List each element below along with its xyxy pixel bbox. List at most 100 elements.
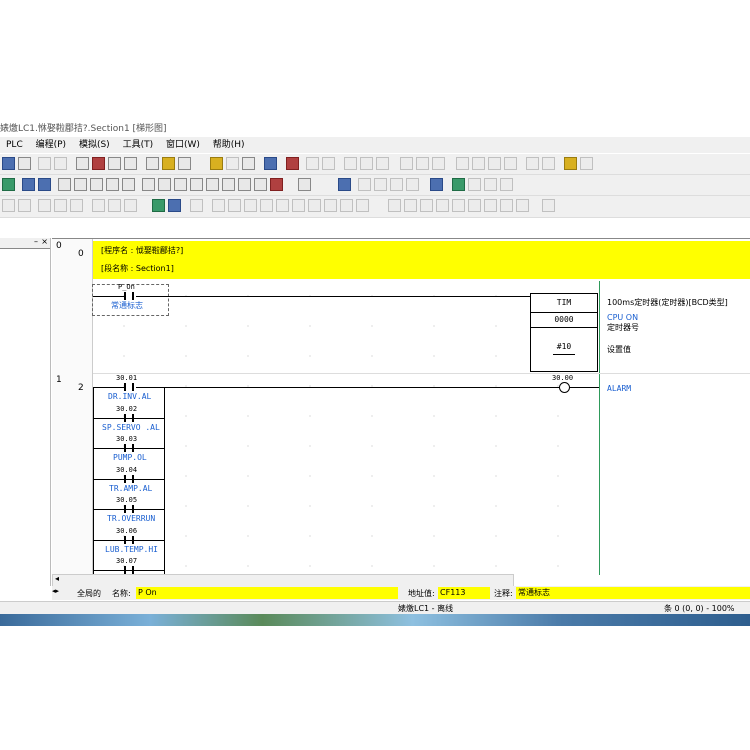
scan-run-icon[interactable] [324,199,337,212]
new-coil-icon[interactable] [174,178,187,191]
line-delete-icon[interactable] [270,178,283,191]
falling-edge-icon[interactable] [238,178,251,191]
save-icon[interactable] [18,157,31,170]
project-view-icon[interactable] [2,178,15,191]
replace-icon[interactable] [92,157,105,170]
grid-icon[interactable] [18,199,31,212]
select-mode-icon[interactable] [58,178,71,191]
continuous-step-icon[interactable] [308,199,321,212]
address-field[interactable]: CF113 [438,587,490,599]
menu-item-program[interactable]: 编程(P) [36,140,66,150]
no-contact-30-04[interactable] [124,475,134,483]
new-contact-no-icon[interactable] [74,178,87,191]
find-icon[interactable] [76,157,89,170]
online-icon[interactable] [226,157,239,170]
no-contact-p-on[interactable] [124,292,134,300]
send-edit-icon[interactable] [432,157,445,170]
sim-start-icon[interactable] [152,199,165,212]
breakpoint-list-icon[interactable] [420,199,433,212]
step-run-icon[interactable] [292,199,305,212]
no-contact-30-06[interactable] [124,536,134,544]
cancel-edit-icon[interactable] [416,157,429,170]
force-icon[interactable] [306,157,319,170]
scroll-left-icon[interactable]: ◂ [55,574,59,583]
horizontal-line-icon[interactable] [158,178,171,191]
transfer-icon[interactable] [264,157,277,170]
compare-icon[interactable] [344,157,357,170]
trace-stop-icon[interactable] [484,199,497,212]
trace-view-icon[interactable] [500,199,513,212]
new-contact-nc-icon[interactable] [90,178,103,191]
info-icon[interactable] [146,157,159,170]
rising-edge-icon[interactable] [222,178,235,191]
new-nc-coil-icon[interactable] [190,178,203,191]
hex-display-icon[interactable] [70,199,83,212]
bit-reset-icon[interactable] [374,178,387,191]
simulation-icon[interactable] [564,157,577,170]
data-trace-icon[interactable] [504,157,517,170]
trace-start-icon[interactable] [468,199,481,212]
bit-set-icon[interactable] [358,178,371,191]
task-icon[interactable] [452,178,465,191]
vertical-line-icon[interactable] [142,178,155,191]
stop-icon[interactable] [260,199,273,212]
binary-display-icon[interactable] [54,199,67,212]
no-contact-30-02[interactable] [124,414,134,422]
ladder-view-icon[interactable] [22,178,35,191]
new-or-no-icon[interactable] [106,178,119,191]
next-bookmark-icon[interactable] [108,199,121,212]
upload-icon[interactable] [360,157,373,170]
mnemonic-view-icon[interactable] [38,178,51,191]
menu-item-help[interactable]: 帮助(H) [213,140,245,150]
new-or-nc-icon[interactable] [122,178,135,191]
fast-forward-icon[interactable] [340,199,353,212]
close-icon[interactable]: × [41,237,48,246]
setup-icon[interactable] [488,157,501,170]
cycle-time-icon[interactable] [542,157,555,170]
minimize-icon[interactable]: – [34,237,38,246]
sim-reset-icon[interactable] [190,199,203,212]
io-table-icon[interactable] [472,157,485,170]
no-contact-30-05[interactable] [124,505,134,513]
no-contact-30-01[interactable] [124,383,134,391]
time-chart-icon[interactable] [526,157,539,170]
menu-item-plc[interactable]: PLC [6,140,23,150]
timer-block[interactable]: TIM 0000 #10 [530,293,598,372]
no-contact-30-07[interactable] [124,566,134,574]
bookmark-icon[interactable] [92,199,105,212]
io-comment-icon[interactable] [500,178,513,191]
watch-window-icon[interactable] [338,178,351,191]
monitor-icon[interactable] [286,157,299,170]
run-icon[interactable] [244,199,257,212]
name-field[interactable]: P On [136,587,398,599]
breakpoint-set-icon[interactable] [388,199,401,212]
tab-nav-icon[interactable]: ◂▸ [52,587,59,595]
no-contact-30-03[interactable] [124,444,134,452]
download-icon[interactable] [376,157,389,170]
watch-add-icon[interactable] [516,199,529,212]
context-help-icon[interactable] [178,157,191,170]
undo-icon[interactable] [38,157,51,170]
menu-item-window[interactable]: 窗口(W) [166,140,200,150]
memory-view-icon[interactable] [484,178,497,191]
force-off-icon[interactable] [406,178,419,191]
ladder-editor[interactable]: 0 0 1 2 [程序名 : 怴娶鞡郿拮?] [段名称 : Section1] … [52,238,750,575]
zoom-icon[interactable] [2,199,15,212]
comment-field[interactable]: 常通标志 [516,587,750,599]
decimal-display-icon[interactable] [38,199,51,212]
menu-item-tools[interactable]: 工具(T) [123,140,154,150]
section-header[interactable]: [程序名 : 怴娶鞡郿拮?] [段名称 : Section1] [93,241,750,279]
output-coil-30-00[interactable] [559,382,570,393]
sim-settings-icon[interactable] [168,199,181,212]
compile-icon[interactable] [242,157,255,170]
pause-icon[interactable] [322,157,335,170]
step-over-icon[interactable] [228,199,241,212]
pou-icon[interactable] [298,178,311,191]
differential-monitor-icon[interactable] [430,178,443,191]
menu-item-simulate[interactable]: 模拟(S) [79,140,110,150]
address-reference-icon[interactable] [124,157,137,170]
breakpoint-icon[interactable] [580,157,593,170]
instruction-icon[interactable] [206,178,219,191]
online-edit-icon[interactable] [400,157,413,170]
condition-break-icon[interactable] [452,199,465,212]
